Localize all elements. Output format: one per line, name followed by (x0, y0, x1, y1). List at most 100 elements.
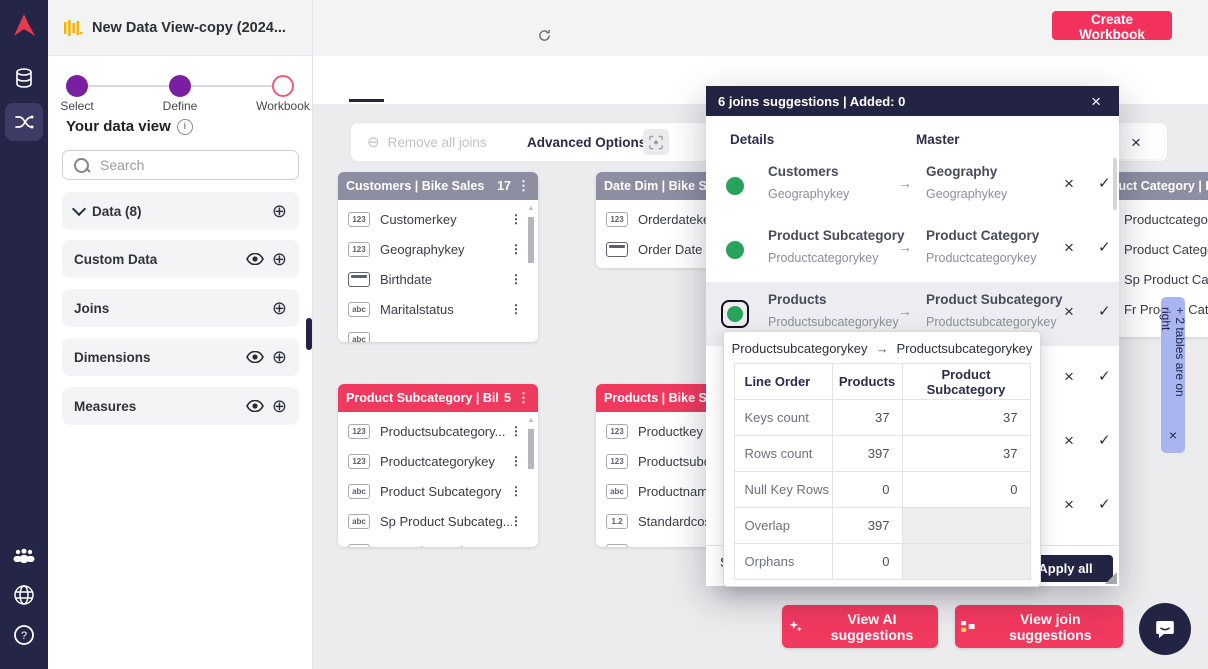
field-name: Sp Product Subcateg... (380, 514, 512, 529)
eye-icon[interactable] (246, 253, 264, 265)
stats-value: 0 (832, 472, 902, 508)
remove-all-joins-button[interactable]: ⊖ Remove all joins (359, 123, 495, 161)
sidebar-section-custom-data[interactable]: Custom Data ⊕ (62, 240, 299, 278)
create-workbook-button[interactable]: Create Workbook (1052, 11, 1172, 40)
panel-scrollbar-thumb[interactable] (306, 318, 312, 350)
stats-col-product-subcategory: Product Subcategory (902, 364, 1030, 400)
field-menu-icon[interactable]: ⋮ (510, 242, 522, 256)
field-menu-icon[interactable]: ⋮ (510, 272, 522, 286)
overflow-tab[interactable]: + 2 tables are on right × (1161, 297, 1185, 453)
sidebar-section-measures[interactable]: Measures ⊕ (62, 387, 299, 425)
step-dot-select[interactable] (66, 75, 88, 97)
field-row[interactable]: 123Productsubcategory...⋮ (338, 416, 538, 446)
search-box[interactable] (62, 150, 299, 180)
scroll-thumb[interactable] (528, 217, 534, 263)
chat-button[interactable] (1139, 603, 1191, 655)
accept-join-button[interactable]: ✓ (1092, 239, 1112, 256)
panel-header: New Data View-copy (2024... (48, 0, 312, 56)
detail-key: Geographykey (768, 187, 849, 201)
modal-header[interactable]: 6 joins suggestions | Added: 0 × (706, 86, 1119, 116)
field-menu-icon[interactable]: ⋮ (510, 514, 522, 528)
database-icon[interactable] (0, 66, 48, 90)
accept-join-button[interactable]: ✓ (1092, 496, 1112, 513)
scroll-up-icon[interactable]: ▲ (528, 204, 535, 214)
field-row[interactable]: 123Productcategorykey⋮ (338, 446, 538, 476)
reject-join-button[interactable]: × (1058, 238, 1078, 257)
accept-join-button[interactable]: ✓ (1092, 303, 1112, 320)
chevron-down-icon[interactable] (72, 202, 86, 216)
info-icon[interactable]: i (177, 119, 193, 135)
master-column-header: Master (916, 132, 960, 147)
eye-icon[interactable] (246, 351, 264, 363)
reject-join-button[interactable]: × (1058, 302, 1078, 321)
table-card-customers[interactable]: Customers | Bike Sales 17 ⋮ 123Customerk… (338, 172, 538, 342)
card-header[interactable]: Product Subcategory | Bik... 5 ⋮ (338, 384, 538, 412)
sidebar-section-data[interactable]: Data (8) ⊕ (62, 192, 299, 230)
help-icon[interactable]: ? (0, 623, 48, 647)
scroll-thumb[interactable] (528, 429, 534, 469)
text-type-icon: abc (348, 514, 370, 529)
sidebar-section-dimensions[interactable]: Dimensions ⊕ (62, 338, 299, 376)
joins-nav-button[interactable] (5, 103, 43, 141)
accept-join-button[interactable]: ✓ (1092, 175, 1112, 192)
sidebar-section-joins[interactable]: Joins ⊕ (62, 289, 299, 327)
add-icon[interactable]: ⊕ (272, 250, 287, 268)
globe-icon[interactable] (0, 583, 48, 607)
step-dot-workbook[interactable] (272, 75, 294, 97)
accept-join-button[interactable]: ✓ (1092, 368, 1112, 385)
suggestion-row[interactable]: Product Subcategory Productcategorykey →… (706, 218, 1119, 282)
status-dot-focus-ring (721, 300, 749, 328)
field-menu-icon[interactable]: ⋮ (510, 454, 522, 468)
field-count-badge: 17 (497, 179, 511, 193)
field-menu-icon[interactable]: ⋮ (510, 484, 522, 498)
section-label: Dimensions (74, 350, 238, 365)
table-card-product-subcategory[interactable]: Product Subcategory | Bik... 5 ⋮ 123Prod… (338, 384, 538, 547)
field-row[interactable]: abcProduct Subcategory⋮ (338, 476, 538, 506)
scroll-up-icon[interactable]: ▲ (528, 416, 535, 426)
card-scrollbar[interactable]: ▲▼ (525, 416, 537, 547)
logo-icon[interactable] (0, 11, 48, 39)
accept-join-button[interactable]: ✓ (1092, 432, 1112, 449)
reject-join-button[interactable]: × (1058, 174, 1078, 193)
field-row[interactable]: abcMaritalstatus⋮ (338, 294, 538, 324)
field-row[interactable]: abcFr Product Subcat... (338, 536, 538, 547)
card-scrollbar[interactable]: ▲▼ (525, 204, 537, 342)
modal-resize-handle[interactable] (1105, 572, 1117, 584)
overflow-tab-close-icon[interactable]: × (1165, 427, 1181, 443)
field-row[interactable]: Birthdate⋮ (338, 264, 538, 294)
eye-icon[interactable] (246, 400, 264, 412)
status-dot (726, 177, 744, 195)
view-ai-suggestions-button[interactable]: View AI suggestions (782, 605, 938, 648)
field-menu-icon[interactable]: ⋮ (510, 424, 522, 438)
field-menu-icon[interactable]: ⋮ (510, 302, 522, 316)
search-input[interactable] (98, 156, 282, 174)
add-icon[interactable]: ⊕ (272, 348, 287, 366)
field-menu-icon[interactable]: ⋮ (510, 212, 522, 226)
stats-col-products: Products (832, 364, 902, 400)
card-menu-icon[interactable]: ⋮ (517, 390, 530, 406)
view-join-suggestions-button[interactable]: View join suggestions (955, 605, 1123, 648)
field-row[interactable]: abc (338, 324, 538, 342)
card-header[interactable]: Customers | Bike Sales 17 ⋮ (338, 172, 538, 200)
field-name: Fr Product Subcat... (380, 544, 512, 548)
field-name: Productcategorykey (380, 454, 512, 469)
master-key: Productsubcategorykey (926, 315, 1057, 329)
reject-join-button[interactable]: × (1058, 495, 1078, 514)
card-menu-icon[interactable]: ⋮ (517, 178, 530, 194)
suggestion-row[interactable]: Customers Geographykey → Geography Geogr… (706, 154, 1119, 218)
add-icon[interactable]: ⊕ (272, 299, 287, 317)
fit-view-button[interactable] (643, 129, 669, 155)
field-row[interactable]: 123Geographykey⋮ (338, 234, 538, 264)
team-icon[interactable] (0, 548, 48, 564)
reject-join-button[interactable]: × (1058, 431, 1078, 450)
reject-join-button[interactable]: × (1058, 367, 1078, 386)
nav-rail: ? (0, 0, 48, 669)
add-icon[interactable]: ⊕ (272, 202, 287, 220)
step-dot-define[interactable] (169, 75, 191, 97)
modal-scroll-thumb[interactable] (1113, 158, 1117, 210)
refresh-icon[interactable] (538, 29, 551, 47)
add-icon[interactable]: ⊕ (272, 397, 287, 415)
field-row[interactable]: 123Customerkey⋮ (338, 204, 538, 234)
field-row[interactable]: abc Sp Product Subcateg...⋮ (338, 506, 538, 536)
modal-close-icon[interactable]: × (1085, 92, 1107, 111)
